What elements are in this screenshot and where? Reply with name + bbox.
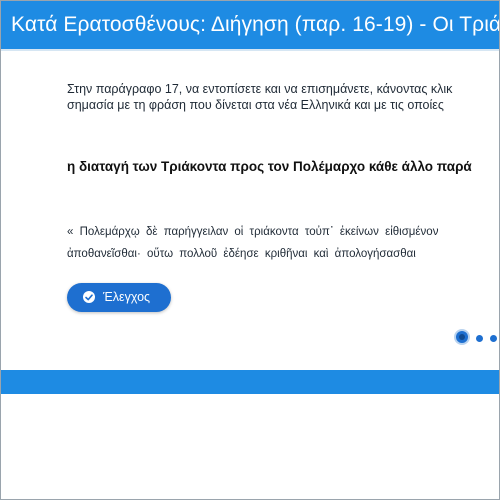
pagination-dot[interactable] — [490, 335, 497, 342]
source-text-line[interactable]: ἀποθανεῖσθαι· οὕτω πολλοῦ ἐδέησε κριθῆνα… — [67, 243, 499, 265]
check-button[interactable]: Έλεγχος — [67, 283, 171, 312]
check-button-label: Έλεγχος — [103, 290, 151, 304]
instruction-line: Στην παράγραφο 17, να εντοπίσετε και να … — [67, 82, 453, 96]
app-window: Κατά Ερατοσθένους: Διήγηση (παρ. 16-19) … — [0, 0, 500, 500]
instruction-line: σημασία με τη φράση που δίνεται στα νέα … — [67, 98, 444, 112]
greek-source-text: « Πολεμάρχῳ δὲ παρήγγειλαν οἱ τριάκοντα … — [67, 221, 499, 265]
source-text-line[interactable]: « Πολεμάρχῳ δὲ παρήγγειλαν οἱ τριάκοντα … — [67, 221, 499, 243]
footer-area — [1, 394, 499, 499]
target-phrase: η διαταγή των Τριάκοντα προς τον Πολέμαρ… — [67, 159, 472, 174]
pagination-dot[interactable] — [476, 335, 483, 342]
bottom-bar — [1, 370, 499, 394]
slide-pagination — [456, 331, 499, 347]
pagination-dot-active[interactable] — [456, 331, 468, 343]
check-circle-icon — [83, 291, 95, 303]
exercise-panel: Στην παράγραφο 17, να εντοπίσετε και να … — [1, 51, 499, 369]
page-title: Κατά Ερατοσθένους: Διήγηση (παρ. 16-19) … — [11, 13, 499, 36]
exercise-instruction: Στην παράγραφο 17, να εντοπίσετε και να … — [67, 81, 499, 113]
title-bar: Κατά Ερατοσθένους: Διήγηση (παρ. 16-19) … — [1, 1, 499, 49]
